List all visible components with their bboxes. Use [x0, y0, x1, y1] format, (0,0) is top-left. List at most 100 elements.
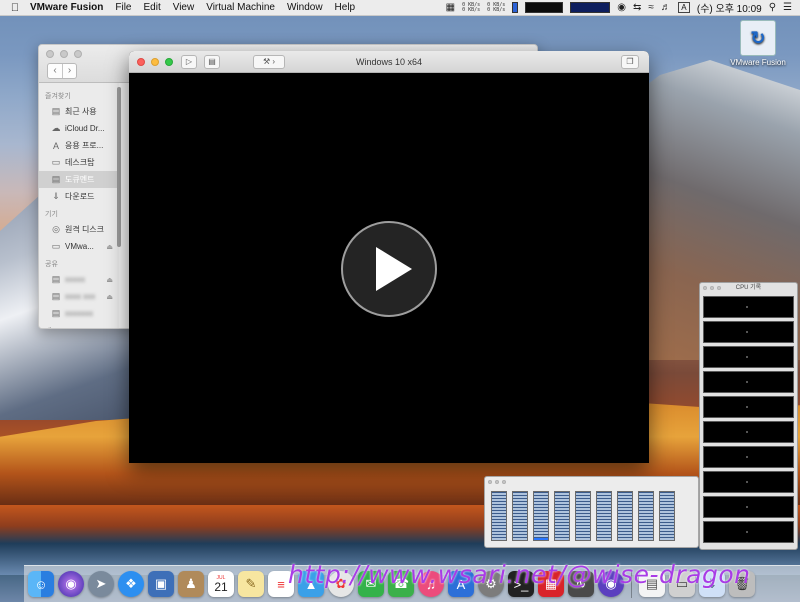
minimize-button[interactable] — [495, 480, 499, 484]
minimize-button[interactable] — [60, 50, 68, 58]
menu-bar:  VMware Fusion File Edit View Virtual M… — [0, 0, 800, 16]
sidebar-item-label: 최근 사용 — [65, 107, 97, 116]
network-down: 0 KB/s — [462, 6, 481, 13]
minimize-button[interactable] — [710, 286, 714, 290]
cpu-usage-bar — [512, 491, 528, 541]
nvidia-icon[interactable]: ◉ — [617, 2, 626, 13]
app-menu[interactable]: VMware Fusion — [30, 2, 103, 13]
cpu-usage-bar — [575, 491, 591, 541]
search-icon[interactable]: ⚲ — [769, 2, 776, 13]
server-icon: ▤ — [51, 291, 61, 301]
clock-icon: ▤ — [51, 106, 61, 116]
cpu-core-graph — [703, 321, 794, 343]
close-button[interactable] — [488, 480, 492, 484]
zoom-button[interactable] — [717, 286, 721, 290]
eject-icon[interactable]: ⏏ — [106, 293, 113, 301]
finder-window-controls — [46, 50, 82, 58]
eject-icon[interactable]: ⏏ — [106, 243, 113, 251]
cpu-core-graph — [703, 296, 794, 318]
sidebar-item-applications[interactable]: A 응용 프로... — [39, 137, 119, 154]
sidebar-item-label: VMwa... — [65, 242, 94, 251]
drive-icon: ▭ — [51, 241, 61, 251]
cpu-usage-bar — [596, 491, 612, 541]
zoom-button[interactable] — [502, 480, 506, 484]
disk-stats[interactable]: 0 KB/s 0 KB/s — [487, 2, 506, 13]
cpu-core-graph — [703, 496, 794, 518]
sidebar-item-label: xxxx xxx — [65, 292, 96, 301]
sidebar-item-recents[interactable]: ▤ 최근 사용 — [39, 103, 119, 120]
menu-window[interactable]: Window — [287, 2, 323, 13]
network-graph[interactable] — [570, 2, 611, 13]
clock[interactable]: (수) 오후 10:09 — [697, 0, 762, 15]
volume-icon[interactable]: ♬ — [661, 2, 671, 13]
back-icon[interactable]: ‹ — [48, 64, 62, 78]
sidebar-item-label: xxxxx — [65, 275, 85, 284]
cpu-usage-bar — [638, 491, 654, 541]
disc-icon: ◎ — [52, 224, 60, 234]
watermark-text: http://www.wsari.net/@wise-dragon — [288, 560, 751, 589]
forward-icon[interactable]: › — [62, 64, 76, 78]
sidebar-item-label: xxxxxxx — [65, 309, 93, 318]
desktop-icon-vmware-fusion[interactable]: ↻ VMware Fusion — [726, 20, 790, 67]
vmware-fusion-icon: ↻ — [740, 20, 776, 56]
sidebar-item-icloud[interactable]: ☁ iCloud Dr... — [39, 120, 119, 137]
cpu-usage-bar — [491, 491, 507, 541]
sidebar-item-vmware-drive[interactable]: ▭ VMwa... ⏏ — [39, 238, 119, 255]
sidebar-item-documents[interactable]: ▤ 도큐멘트 — [39, 171, 119, 188]
cpu-core-graph — [703, 371, 794, 393]
menu-virtual-machine[interactable]: Virtual Machine — [206, 2, 275, 13]
cpu-history-window: CPU 기록 — [699, 282, 798, 550]
calendar-icon[interactable]: JUL 21 — [208, 571, 234, 597]
status-area: ▦ 0 KB/s 0 KB/s 0 KB/s 0 KB/s ◉ ⇆ ≈ ♬ A … — [446, 0, 800, 15]
sidebar-item-remote-disc[interactable]: ◎ 원격 디스크 — [39, 221, 119, 238]
disk-write: 0 KB/s — [487, 6, 506, 13]
usb-icon[interactable]: ▦ — [446, 2, 455, 13]
network-stats[interactable]: 0 KB/s 0 KB/s — [462, 2, 481, 13]
sidebar-item-shared[interactable]: ▤ xxxxxxx — [39, 305, 119, 322]
sidebar-item-label: iCloud Dr... — [65, 124, 105, 133]
fullscreen-icon[interactable]: ❐ — [621, 55, 639, 69]
safari-icon[interactable]: ❖ — [118, 571, 144, 597]
cpu-core-graph — [703, 446, 794, 468]
sidebar-item-shared[interactable]: ▤ xxxx xxx ⏏ — [39, 288, 119, 305]
vm-titlebar: ▷ ▤ ⚒ › Windows 10 x64 ❐ — [129, 51, 649, 73]
menu-view[interactable]: View — [173, 2, 195, 13]
memory-bar[interactable] — [512, 2, 519, 13]
cpu-usage-controls — [488, 480, 506, 484]
sidebar-scrollbar[interactable] — [117, 87, 121, 247]
launchpad-icon[interactable]: ➤ — [88, 571, 114, 597]
eject-icon[interactable]: ⏏ — [106, 276, 113, 284]
desktop-icon-label: VMware Fusion — [730, 58, 786, 67]
menu-file[interactable]: File — [115, 2, 131, 13]
apple-menu-icon[interactable]:  — [0, 2, 30, 14]
cpu-history-controls — [703, 286, 721, 290]
vm-title: Windows 10 x64 — [355, 57, 423, 67]
preview-icon[interactable]: ▣ — [148, 571, 174, 597]
download-icon: ⇓ — [52, 191, 60, 201]
vm-play-button[interactable] — [341, 221, 437, 317]
sidebar-header-devices: 기기 — [45, 211, 58, 218]
input-source[interactable]: A — [677, 2, 690, 13]
menu-edit[interactable]: Edit — [143, 2, 160, 13]
wifi-icon[interactable]: ≈ — [648, 2, 654, 13]
vmware-window: ▷ ▤ ⚒ › Windows 10 x64 ❐ — [129, 51, 649, 463]
close-button[interactable] — [703, 286, 707, 290]
menu-help[interactable]: Help — [335, 2, 356, 13]
sidebar-item-desktop[interactable]: ▭ 데스크탑 — [39, 154, 119, 171]
cpu-core-list — [700, 294, 797, 543]
siri-icon[interactable]: ◉ — [58, 571, 84, 597]
sidebar-item-downloads[interactable]: ⇓ 다운로드 — [39, 188, 119, 205]
cpu-graph[interactable] — [525, 2, 564, 13]
notes-icon[interactable]: ✎ — [238, 571, 264, 597]
sidebar-item-label: 데스크탑 — [65, 158, 95, 167]
cpu-usage-bar — [554, 491, 570, 541]
zoom-button[interactable] — [74, 50, 82, 58]
finder-icon[interactable]: ☺ — [28, 571, 54, 597]
sidebar-item-shared[interactable]: ▤ xxxxx ⏏ — [39, 271, 119, 288]
menu-list-icon[interactable]: ☰ — [783, 2, 792, 13]
close-button[interactable] — [46, 50, 54, 58]
contacts-icon[interactable]: ♟ — [178, 571, 204, 597]
sync-icon[interactable]: ⇆ — [633, 2, 641, 13]
calendar-day: 21 — [214, 580, 228, 594]
finder-sidebar: 즐겨찾기 ▤ 최근 사용 ☁ iCloud Dr... A 응용 프로... ▭ 데스크… — [39, 83, 119, 328]
